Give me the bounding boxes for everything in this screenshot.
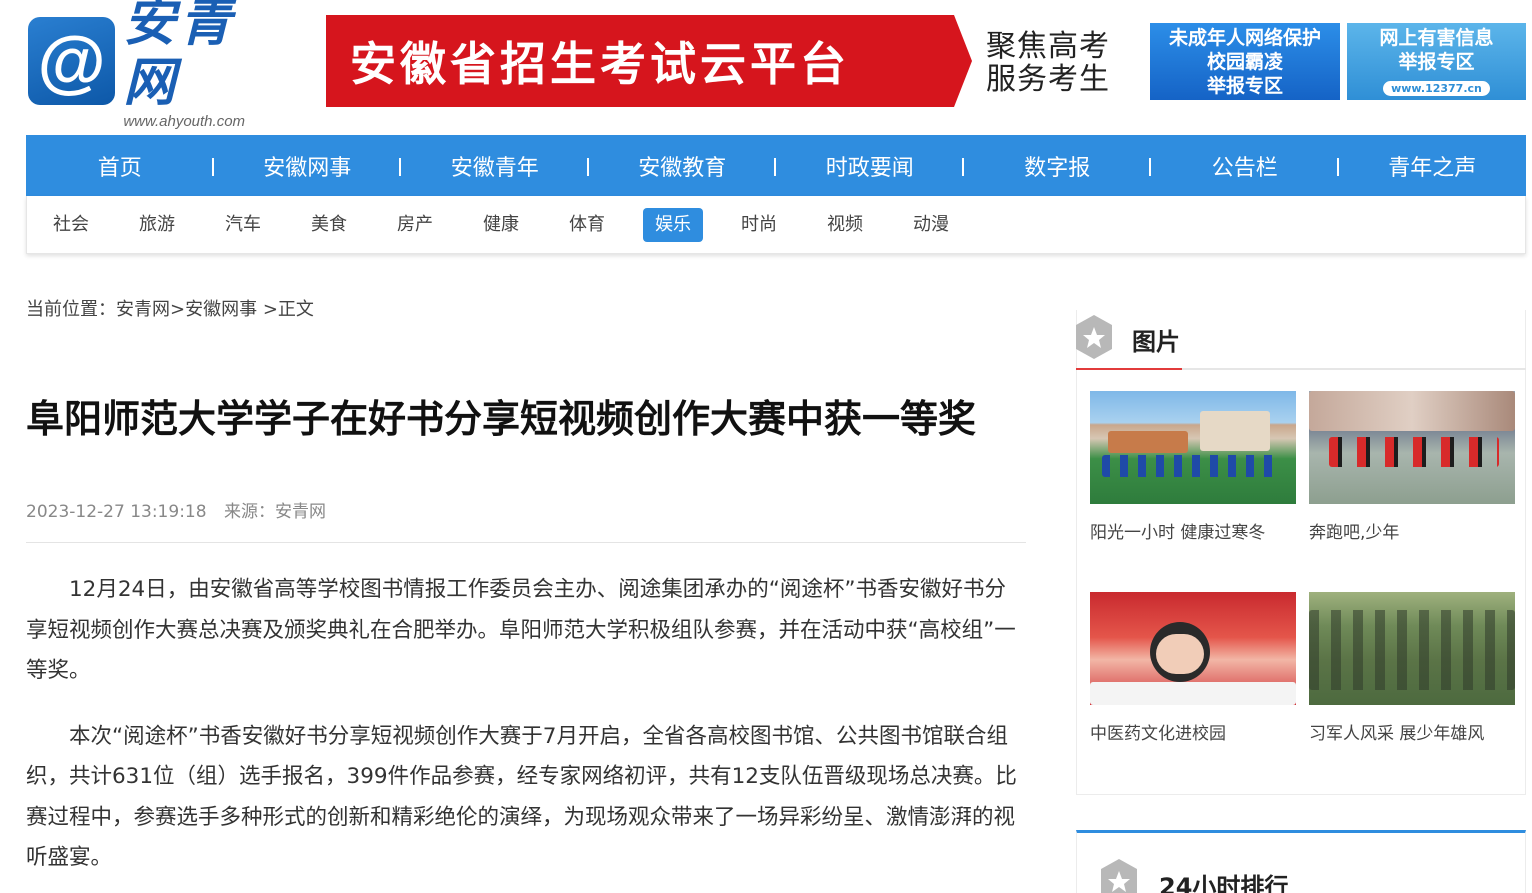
sub-nav-item-sports[interactable]: 体育 [569, 208, 605, 242]
picture-caption[interactable]: 中医药文化进校园 [1090, 719, 1296, 744]
sub-nav-item-travel[interactable]: 旅游 [139, 208, 175, 242]
sidebar-pictures-header: 图片 [1076, 310, 1526, 370]
main-nav-item-anhui-news[interactable]: 安徽网事 [214, 150, 402, 182]
article-meta: 2023-12-27 13:19:18 来源：安青网 [26, 497, 326, 522]
picture-card[interactable]: 奔跑吧,少年 [1309, 391, 1515, 543]
sub-nav-item-auto[interactable]: 汽车 [225, 208, 261, 242]
main-nav-item-bulletin[interactable]: 公告栏 [1151, 150, 1339, 182]
sub-nav-item-video[interactable]: 视频 [827, 208, 863, 242]
exam-banner-text: 安徽省招生考试云平台 [350, 37, 850, 91]
article-source: 安青网 [274, 502, 326, 522]
sub-nav-item-fashion[interactable]: 时尚 [741, 208, 777, 242]
sidebar-title-underline [1076, 368, 1182, 370]
site-logo[interactable]: @ 安青网 www.ahyouth.com [28, 0, 290, 130]
article-divider [26, 542, 1026, 543]
star-badge-icon [1076, 315, 1112, 359]
breadcrumb-current: 正文 [277, 299, 314, 320]
picture-thumbnail[interactable] [1309, 391, 1515, 504]
picture-card[interactable]: 中医药文化进校园 [1090, 592, 1296, 744]
sub-nav-item-anime[interactable]: 动漫 [913, 208, 949, 242]
picture-caption[interactable]: 习军人风采 展少年雄风 [1309, 719, 1515, 744]
sidebar-pictures-title: 图片 [1132, 328, 1180, 356]
main-nav-item-anhui-education[interactable]: 安徽教育 [589, 150, 777, 182]
sidebar-ranking-title: 24小时排行 [1159, 873, 1289, 893]
breadcrumb-separator: > [257, 299, 278, 320]
slogan-line-1: 聚焦高考 [986, 29, 1110, 64]
breadcrumb-section-link[interactable]: 安徽网事 [185, 299, 257, 320]
breadcrumb-separator: > [170, 299, 186, 320]
protect-line-2: 校园霸凌 [1206, 51, 1283, 73]
logo-text: 安青网 www.ahyouth.com [123, 0, 290, 130]
article-datetime: 2023-12-27 13:19:18 [26, 502, 207, 522]
sub-nav-item-entertainment[interactable]: 娱乐 [643, 207, 703, 242]
article-paragraph: 本次“阅途杯”书香安徽好书分享短视频创作大赛于7月开启，全省各高校图书馆、公共图… [26, 723, 1017, 871]
picture-caption[interactable]: 奔跑吧,少年 [1309, 518, 1515, 543]
article-body: 12月24日，由安徽省高等学校图书情报工作委员会主办、阅途集团承办的“阅途杯”书… [26, 570, 1026, 893]
report-line-1: 网上有害信息 [1379, 27, 1494, 49]
article-title: 阜阳师范大学学子在好书分享短视频创作大赛中获一等奖 [26, 397, 977, 441]
main-nav: 首页 安徽网事 安徽青年 安徽教育 时政要闻 数字报 公告栏 青年之声 [26, 135, 1526, 196]
picture-thumbnail[interactable] [1090, 592, 1296, 705]
minor-protection-banner[interactable]: 未成年人网络保护 校园霸凌 举报专区 [1150, 23, 1340, 100]
breadcrumb: 当前位置：安青网>安徽网事 >正文 [26, 295, 314, 321]
exam-slogan[interactable]: 聚焦高考 服务考生 [986, 30, 1116, 96]
main-nav-item-digital-paper[interactable]: 数字报 [964, 150, 1152, 182]
main-nav-item-youth-voice[interactable]: 青年之声 [1339, 150, 1527, 182]
picture-card[interactable]: 习军人风采 展少年雄风 [1309, 592, 1515, 744]
breadcrumb-prefix: 当前位置： [26, 299, 116, 320]
sub-nav-item-food[interactable]: 美食 [311, 208, 347, 242]
picture-thumbnail[interactable] [1309, 592, 1515, 705]
star-badge-icon [1101, 859, 1137, 893]
site-header: @ 安青网 www.ahyouth.com 安徽省招生考试云平台 聚焦高考 服务… [0, 0, 1532, 130]
article-paragraph: 12月24日，由安徽省高等学校图书情报工作委员会主办、阅途集团承办的“阅途杯”书… [26, 577, 1016, 683]
main-nav-item-anhui-youth[interactable]: 安徽青年 [401, 150, 589, 182]
main-nav-item-politics[interactable]: 时政要闻 [776, 150, 964, 182]
protect-line-3: 举报专区 [1206, 75, 1283, 97]
sub-nav-item-society[interactable]: 社会 [53, 208, 89, 242]
report-url-badge: www.12377.cn [1383, 81, 1490, 96]
slogan-line-2: 服务考生 [986, 62, 1110, 97]
logo-url: www.ahyouth.com [123, 112, 246, 130]
picture-thumbnail[interactable] [1090, 391, 1296, 504]
harmful-info-report-banner[interactable]: 网上有害信息 举报专区 www.12377.cn [1347, 23, 1526, 100]
protect-line-1: 未成年人网络保护 [1168, 27, 1321, 49]
main-nav-item-home[interactable]: 首页 [26, 150, 214, 182]
sub-nav: 社会 旅游 汽车 美食 房产 健康 体育 娱乐 时尚 视频 动漫 [26, 196, 1526, 254]
report-line-2: 举报专区 [1398, 51, 1475, 73]
breadcrumb-home-link[interactable]: 安青网 [116, 299, 170, 320]
picture-caption[interactable]: 阳光一小时 健康过寒冬 [1090, 518, 1296, 543]
logo-at-icon: @ [28, 17, 116, 105]
sidebar-ranking-panel: 24小时排行 [1076, 830, 1526, 893]
banner-arrow-shape [954, 15, 972, 107]
sub-nav-item-realestate[interactable]: 房产 [397, 208, 433, 242]
exam-platform-banner[interactable]: 安徽省招生考试云平台 [326, 15, 972, 107]
article-source-label: 来源： [223, 502, 275, 522]
picture-card[interactable]: 阳光一小时 健康过寒冬 [1090, 391, 1296, 543]
sub-nav-item-health[interactable]: 健康 [483, 208, 519, 242]
logo-name: 安青网 [123, 0, 236, 113]
